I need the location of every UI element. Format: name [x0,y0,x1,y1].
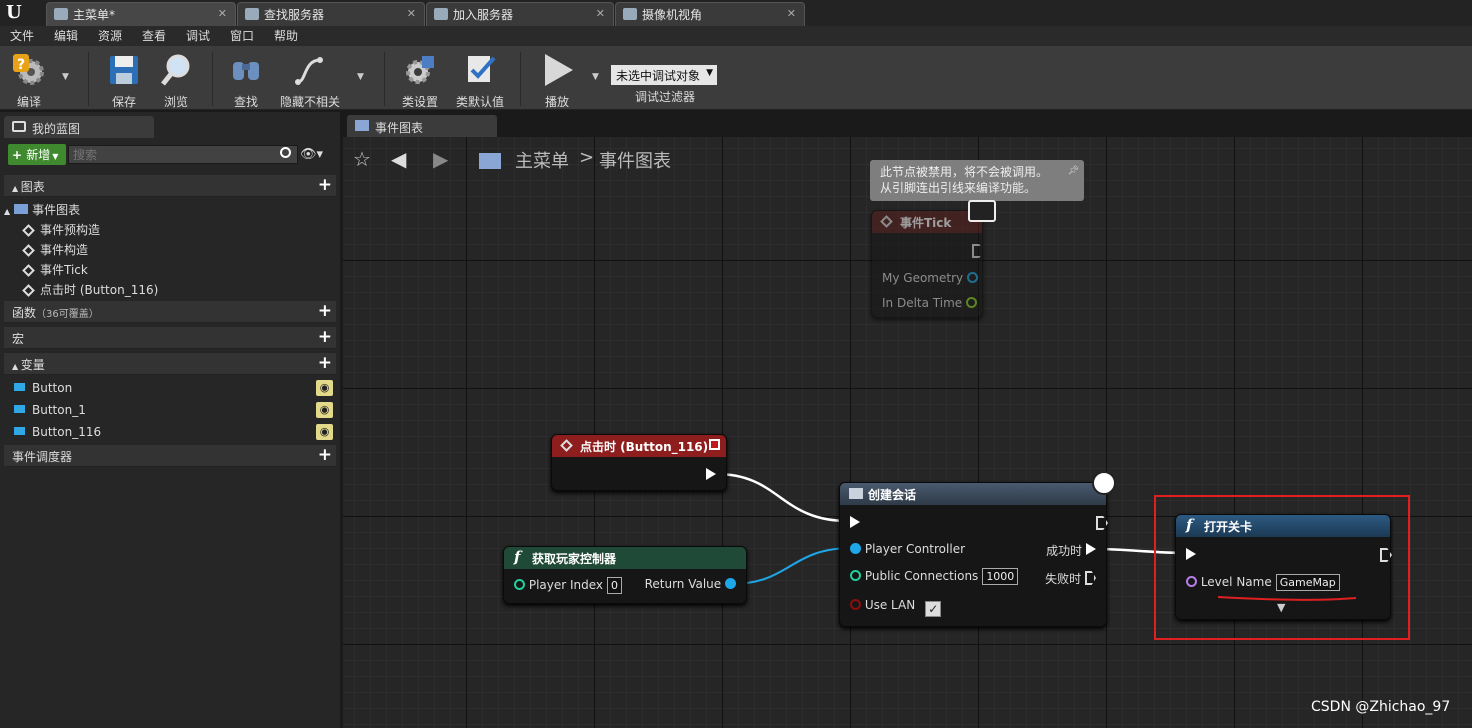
delegate-pin-icon[interactable] [709,439,720,450]
int-pin-icon [514,579,525,590]
event-diamond-icon [560,439,573,452]
tooltip-line: 从引脚连出引线来编译功能。 [880,181,1037,195]
event-diamond-icon [880,215,893,228]
event-tick-node[interactable]: 事件Tick My Geometry In Delta Time [871,210,984,318]
player-index-input[interactable]: 0 [607,577,623,594]
latent-node-icon [849,488,863,499]
node-header: 点击时 (Button_116) [552,435,726,457]
pin-label: Player Index [528,578,604,592]
delta-time-pin[interactable]: In Delta Time [882,296,977,310]
on-failure-pin[interactable]: 失败时 [1045,570,1096,587]
struct-pin-icon [966,272,978,283]
clock-icon [1092,471,1116,495]
node-header: f 获取玩家控制器 [504,547,746,569]
get-player-controller-node[interactable]: f 获取玩家控制器 Player Index 0 Return Value [503,546,747,604]
player-index-pin[interactable]: Player Index 0 [514,577,623,594]
exec-in-pin[interactable] [850,516,860,531]
float-pin-icon [965,297,977,308]
underline-annotation [1217,596,1357,601]
int-pin-icon [850,570,861,581]
highlight-box [1154,495,1410,640]
pin-label: My Geometry [882,271,964,285]
pin-label: 失败时 [1045,572,1082,586]
object-wire [730,547,853,585]
function-icon: f [514,548,521,566]
create-session-node[interactable]: 创建会话 Player Controller 成功时 Public Connec… [839,471,1116,627]
exec-wire [715,472,849,523]
pin-label: Player Controller [864,542,966,556]
exec-out-pin[interactable] [706,468,716,483]
player-controller-pin[interactable]: Player Controller [850,542,965,556]
tooltip-line: 此节点被禁用，将不会被调用。 [880,165,1049,179]
pin-label: Public Connections [864,569,979,583]
pin-label: In Delta Time [882,296,963,310]
node-header: 事件Tick [872,211,982,233]
on-clicked-event-node[interactable]: 点击时 (Button_116) [551,434,727,491]
exec-pin-icon [972,244,984,258]
node-header: 创建会话 [840,483,1106,505]
pin-label: Return Value [644,577,722,591]
public-connections-input[interactable]: 1000 [982,568,1019,585]
use-lan-checkbox[interactable]: ✓ [925,601,942,617]
use-lan-pin[interactable]: Use LAN ✓ [850,598,942,617]
exec-pin-icon [850,516,860,528]
disabled-node-tooltip: 此节点被禁用，将不会被调用。 从引脚连出引线来编译功能。 📌︎ [870,160,1084,201]
node-title: 事件Tick [900,216,952,230]
pin-label: 成功时 [1046,544,1083,558]
geometry-pin[interactable]: My Geometry [882,271,978,285]
node-title: 创建会话 [868,488,917,502]
exec-pin-icon [1086,543,1096,555]
node-title: 获取玩家控制器 [532,552,617,566]
exec-pin-icon [1085,571,1096,585]
pin-label: Use LAN [864,598,916,612]
pin-icon: 📌︎ [1067,166,1079,176]
public-connections-pin[interactable]: Public Connections 1000 [850,568,1019,585]
bool-pin-icon [850,599,861,610]
object-pin-icon [850,543,861,554]
monitor-icon [968,200,996,222]
exec-pin-icon [706,468,716,480]
object-pin-icon [725,578,736,589]
on-success-pin[interactable]: 成功时 [1046,542,1096,559]
return-value-pin[interactable]: Return Value [645,577,736,591]
exec-pin-icon [1096,516,1108,530]
node-title: 点击时 (Button_116) [580,440,709,454]
